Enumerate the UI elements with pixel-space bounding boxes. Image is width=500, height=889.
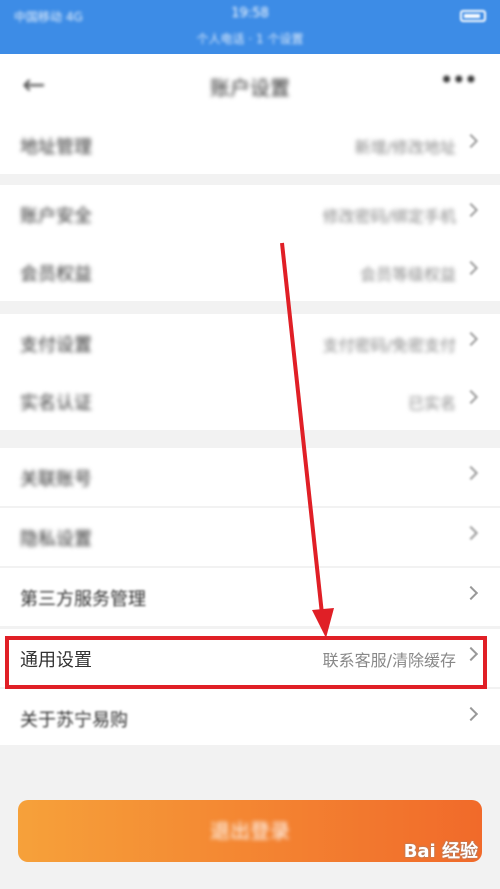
settings-row-security[interactable]: 账户安全 修改密码/绑定手机 [0, 185, 500, 243]
status-bar: 中国移动 4G 19:58 个人电话 · 1 个设置 [0, 0, 500, 54]
chevron-right-icon [463, 389, 479, 405]
settings-row-third-party[interactable]: 第三方服务管理 [0, 568, 500, 626]
settings-row-label: 地址管理 [20, 137, 92, 158]
settings-row-value: 支付密码/免密支付 [322, 336, 456, 355]
page-title: 账户设置 [210, 76, 290, 100]
settings-row-privacy[interactable]: 隐私设置 [0, 508, 500, 566]
logout-label: 退出登录 [210, 819, 290, 843]
settings-row-label: 实名认证 [20, 393, 92, 414]
settings-row-label: 支付设置 [20, 335, 92, 356]
chevron-right-icon [463, 585, 479, 601]
settings-row-label: 账户安全 [20, 206, 92, 227]
settings-row-label: 关联账号 [20, 469, 92, 490]
settings-row-value: 会员等级权益 [359, 265, 456, 284]
settings-row-label: 会员权益 [20, 264, 92, 285]
settings-row-about[interactable]: 关于苏宁易购 [0, 689, 500, 747]
chevron-right-icon [463, 260, 479, 276]
settings-row-label: 第三方服务管理 [20, 589, 146, 610]
chevron-right-icon [463, 331, 479, 347]
settings-row-membership[interactable]: 会员权益 会员等级权益 [0, 243, 500, 301]
more-icon[interactable]: ••• [440, 66, 478, 94]
chevron-right-icon [463, 133, 479, 149]
settings-row-value: 修改密码/绑定手机 [322, 207, 456, 226]
settings-row-linked-accounts[interactable]: 关联账号 [0, 448, 500, 506]
chevron-right-icon [463, 465, 479, 481]
chevron-right-icon [463, 525, 479, 541]
status-time: 19:58 [231, 6, 269, 21]
settings-row-value: 新增/修改地址 [354, 138, 456, 157]
settings-row-value: 已实名 [407, 394, 456, 413]
nav-bar: ← 账户设置 ••• [0, 54, 500, 116]
chevron-right-icon [463, 706, 479, 722]
battery-icon [460, 10, 486, 22]
baidu-watermark: Bai 经验 [403, 841, 478, 862]
settings-row-label: 隐私设置 [20, 529, 92, 550]
status-subline: 个人电话 · 1 个设置 [196, 32, 304, 46]
settings-row-realname[interactable]: 实名认证 已实名 [0, 372, 500, 430]
settings-row-payment[interactable]: 支付设置 支付密码/免密支付 [0, 314, 500, 372]
annotation-highlight-box [5, 636, 487, 689]
settings-row-label: 关于苏宁易购 [20, 710, 128, 731]
settings-row-address[interactable]: 地址管理 新增/修改地址 [0, 116, 500, 174]
chevron-right-icon [463, 202, 479, 218]
